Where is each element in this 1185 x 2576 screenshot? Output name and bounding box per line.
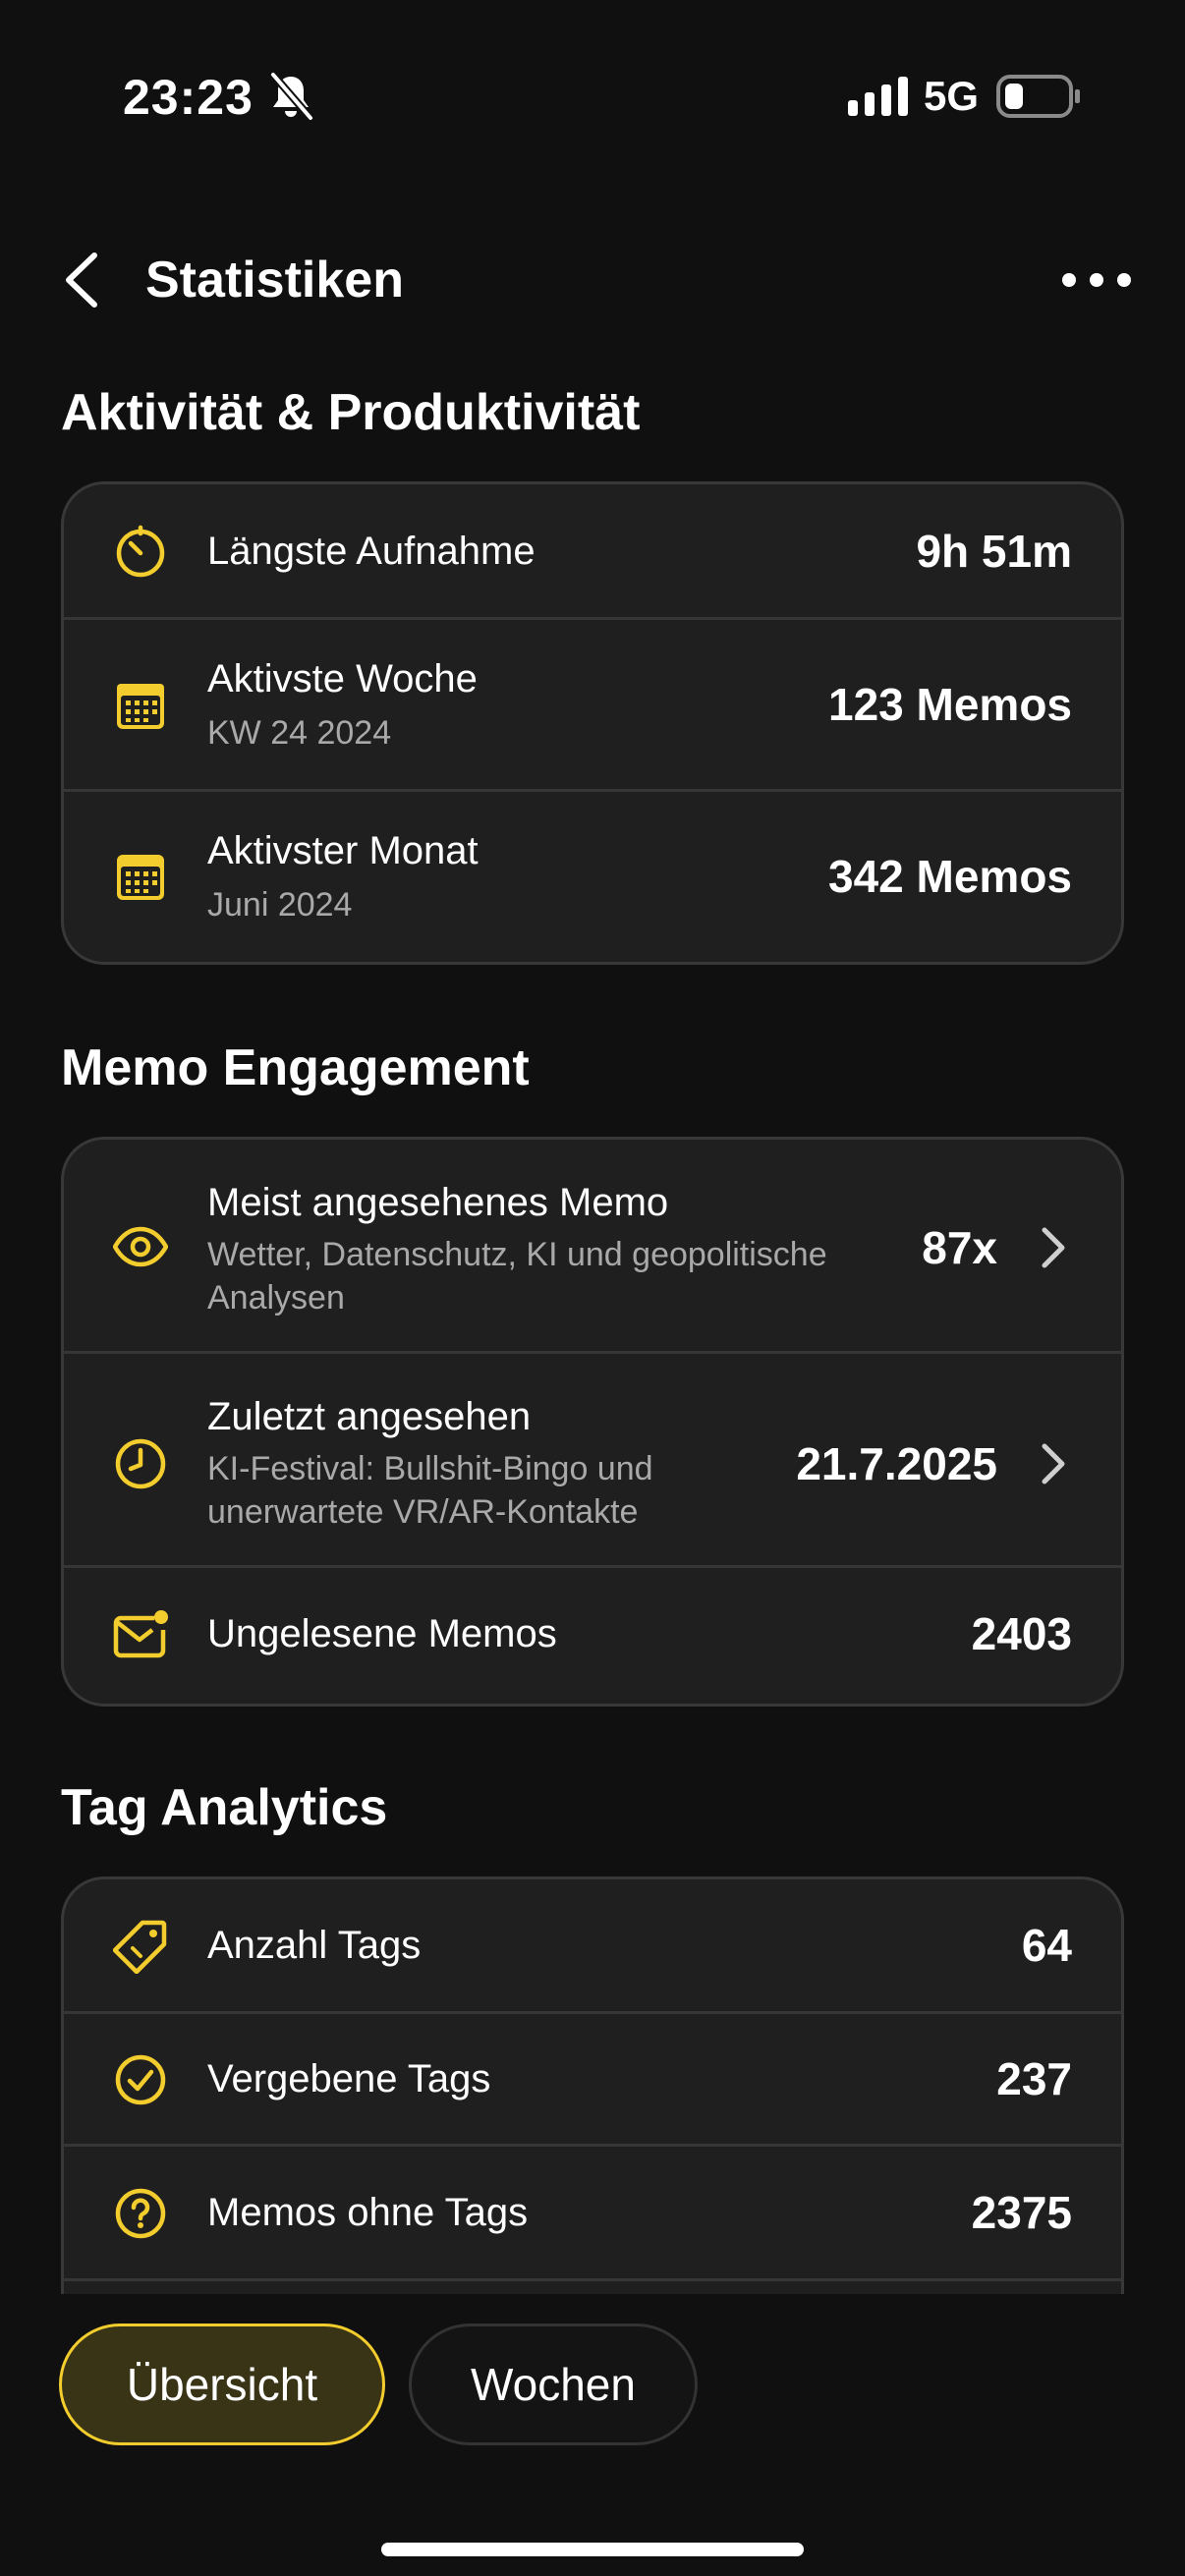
- row-value: 2375: [971, 2187, 1072, 2238]
- timer-icon: [116, 525, 165, 578]
- list-item: Aktivster Monat Juni 2024 342 Memos: [64, 792, 1121, 962]
- row-title: Anzahl Tags: [207, 1924, 422, 1967]
- clock-icon: [115, 1438, 166, 1489]
- row-subtitle: Juni 2024: [207, 886, 353, 924]
- section-title-tags: Tag Analytics: [61, 1779, 388, 1836]
- page-title: Statistiken: [145, 252, 404, 308]
- row-value: 342 Memos: [827, 851, 1072, 902]
- list-item[interactable]: Zuletzt angesehen KI-Festival: Bullshit-…: [64, 1354, 1121, 1568]
- row-title: Zuletzt angesehen: [207, 1395, 532, 1438]
- list-item: Längste Aufnahme 9h 51m: [64, 484, 1121, 620]
- row-subtitle: Wetter, Datenschutz, KI und geopolitisch…: [207, 1236, 827, 1273]
- row-title: Längste Aufnahme: [207, 530, 536, 573]
- status-bar: 23:23 5G: [0, 0, 1185, 196]
- row-title: Ungelesene Memos: [207, 1612, 557, 1655]
- row-title: Aktivste Woche: [207, 657, 478, 700]
- section-title-activity: Aktivität & Produktivität: [61, 384, 641, 441]
- tab-weeks[interactable]: Wochen: [409, 2324, 698, 2445]
- list-item: Anzahl Tags 64: [64, 1879, 1121, 2014]
- row-value: 123 Memos: [827, 679, 1072, 730]
- check-circle-icon: [115, 2054, 166, 2105]
- home-indicator[interactable]: [381, 2543, 804, 2556]
- cellular-signal-icon: [848, 77, 908, 116]
- chevron-right-icon: [1042, 1443, 1065, 1484]
- row-title: Aktivster Monat: [207, 829, 479, 872]
- row-subtitle: unerwartete VR/AR-Kontakte: [207, 1493, 639, 1531]
- eye-icon: [113, 1226, 168, 1267]
- row-value: 237: [996, 2053, 1072, 2104]
- list-item: Vergebene Tags 237: [64, 2014, 1121, 2147]
- row-subtitle: KW 24 2024: [207, 714, 392, 752]
- more-options-icon[interactable]: [1057, 255, 1136, 305]
- section-title-engagement: Memo Engagement: [61, 1039, 530, 1096]
- list-item: Ungelesene Memos 2403: [64, 1568, 1121, 1704]
- nav-bar: Statistiken: [0, 226, 1185, 334]
- row-value: 9h 51m: [916, 526, 1072, 577]
- list-item: Aktivste Woche KW 24 2024 123 Memos: [64, 620, 1121, 792]
- row-value: 87x: [922, 1222, 997, 1273]
- row-subtitle: KI-Festival: Bullshit-Bingo und: [207, 1450, 653, 1487]
- chevron-right-icon: [1042, 1227, 1065, 1268]
- row-subtitle: Analysen: [207, 1279, 345, 1316]
- calendar-icon: [117, 855, 164, 900]
- network-type: 5G: [924, 73, 980, 119]
- row-title: Meist angesehenes Memo: [207, 1181, 669, 1224]
- battery-icon: [996, 75, 1080, 118]
- bottom-tab-bar: Übersicht Wochen: [0, 2294, 1185, 2576]
- row-title: Memos ohne Tags: [207, 2191, 529, 2234]
- engagement-card: Meist angesehenes Memo Wetter, Datenschu…: [61, 1137, 1124, 1707]
- row-title: Vergebene Tags: [207, 2057, 491, 2100]
- row-value: 21.7.2025: [796, 1438, 997, 1489]
- activity-card: Längste Aufnahme 9h 51m Aktivste Woche K…: [61, 481, 1124, 965]
- list-item[interactable]: Meist angesehenes Memo Wetter, Datenschu…: [64, 1140, 1121, 1354]
- tab-overview[interactable]: Übersicht: [59, 2324, 385, 2445]
- question-circle-icon: [115, 2188, 166, 2239]
- back-chevron-icon[interactable]: [55, 246, 110, 314]
- unread-mail-icon: [113, 1610, 168, 1658]
- row-value: 64: [1021, 1920, 1072, 1971]
- calendar-icon: [117, 684, 164, 729]
- list-item: Memos ohne Tags 2375: [64, 2147, 1121, 2281]
- row-value: 2403: [971, 1608, 1072, 1659]
- status-time: 23:23: [123, 70, 254, 125]
- bell-slash-icon: [269, 72, 314, 121]
- tag-icon: [113, 1920, 167, 1974]
